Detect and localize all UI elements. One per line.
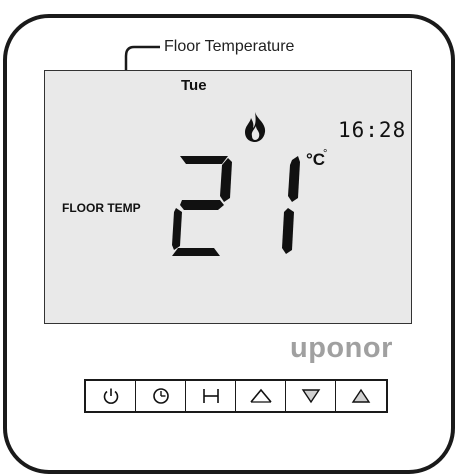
day-label: Tue (181, 77, 207, 94)
callout-label: Floor Temperature (164, 38, 295, 55)
hold-icon (202, 389, 219, 403)
power-icon (103, 388, 118, 404)
temperature-digit-2 (172, 156, 232, 256)
unit-marker: ° (323, 148, 328, 160)
floor-temp-label: FLOOR TEMP (62, 201, 141, 215)
caret-up-icon (249, 388, 272, 403)
power-button[interactable] (86, 381, 136, 411)
temperature-digit-1 (282, 156, 300, 254)
up-outline-button[interactable] (236, 381, 286, 411)
flame-icon (245, 112, 266, 142)
hold-button[interactable] (186, 381, 236, 411)
brand-logo: uponor (290, 332, 393, 364)
up-button[interactable] (336, 381, 386, 411)
button-panel (84, 379, 388, 413)
triangle-down-icon (301, 389, 320, 404)
down-button[interactable] (286, 381, 336, 411)
clock-icon (152, 388, 169, 404)
clock-display: 16:28 (338, 118, 407, 142)
schedule-button[interactable] (136, 381, 186, 411)
triangle-up-icon (351, 388, 371, 403)
temperature-display (172, 156, 300, 256)
